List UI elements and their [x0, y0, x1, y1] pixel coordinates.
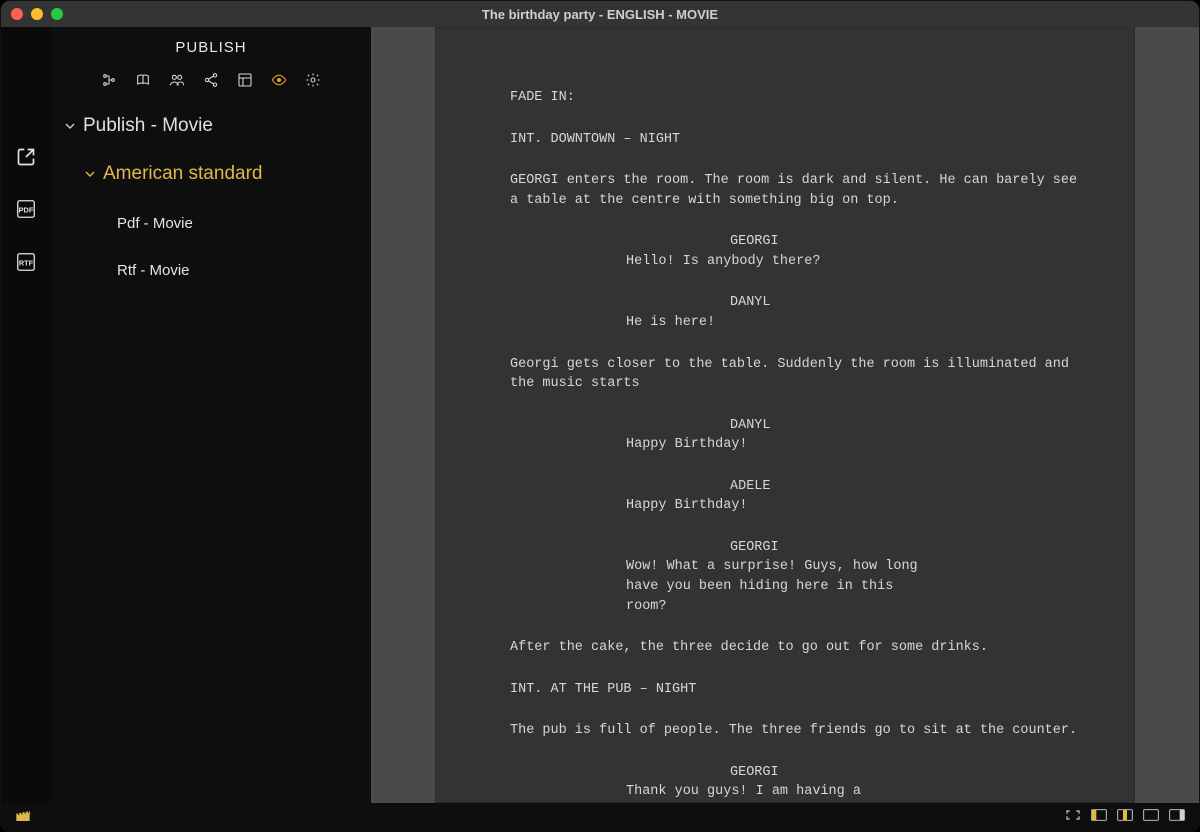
dialogue-6: Thank you guys! I am having a wonderful … — [510, 782, 930, 803]
tree-icon[interactable] — [101, 72, 117, 93]
script-page: FADE IN: INT. DOWNTOWN – NIGHT GEORGI en… — [435, 27, 1135, 803]
book-icon[interactable] — [135, 72, 151, 93]
publish-panel: PUBLISH Publish - Movie American standar… — [51, 27, 371, 803]
character-danyl-2: DANYL — [510, 416, 1084, 436]
dialogue-1: Hello! Is anybody there? — [510, 252, 930, 272]
action-1: GEORGI enters the room. The room is dark… — [510, 171, 1084, 210]
fade-in: FADE IN: — [510, 88, 1084, 108]
character-georgi-3: GEORGI — [510, 763, 1084, 783]
people-icon[interactable] — [169, 72, 185, 93]
action-2: Georgi gets closer to the table. Suddenl… — [510, 355, 1084, 394]
svg-text:PDF: PDF — [19, 206, 34, 215]
clapperboard-icon[interactable] — [15, 808, 31, 826]
character-adele: ADELE — [510, 477, 1084, 497]
gear-icon[interactable] — [305, 72, 321, 93]
dialogue-2: He is here! — [510, 313, 930, 333]
action-4: The pub is full of people. The three fri… — [510, 721, 1084, 741]
scene-heading-2: INT. AT THE PUB – NIGHT — [510, 680, 1084, 700]
titlebar: The birthday party - ENGLISH - MOVIE — [1, 1, 1199, 27]
tree-leaf-rtf[interactable]: Rtf - Movie — [51, 256, 371, 285]
panel-single-icon[interactable] — [1143, 808, 1159, 826]
action-3: After the cake, the three decide to go o… — [510, 638, 1084, 658]
character-georgi-1: GEORGI — [510, 232, 1084, 252]
panel-center-highlight-icon[interactable] — [1117, 808, 1133, 826]
pdf-icon[interactable]: PDF — [15, 198, 37, 223]
svg-text:RTF: RTF — [19, 259, 34, 268]
close-window[interactable] — [11, 8, 23, 20]
maximize-window[interactable] — [51, 8, 63, 20]
panel-right-icon[interactable] — [1169, 808, 1185, 826]
tree-root-label: Publish - Movie — [83, 115, 213, 137]
preview-area[interactable]: FADE IN: INT. DOWNTOWN – NIGHT GEORGI en… — [371, 27, 1199, 803]
left-icon-rail: PDF RTF — [1, 27, 51, 803]
character-danyl-1: DANYL — [510, 293, 1084, 313]
dialogue-3: Happy Birthday! — [510, 435, 930, 455]
tree-root-publish-movie[interactable]: Publish - Movie — [51, 109, 371, 143]
status-bar — [1, 803, 1199, 831]
panel-toolbar — [51, 66, 371, 107]
tree-leaf-pdf-label: Pdf - Movie — [117, 215, 193, 232]
minimize-window[interactable] — [31, 8, 43, 20]
fullscreen-icon[interactable] — [1065, 808, 1081, 826]
scene-heading-1: INT. DOWNTOWN – NIGHT — [510, 130, 1084, 150]
character-georgi-2: GEORGI — [510, 538, 1084, 558]
publish-tree: Publish - Movie American standard Pdf - … — [51, 107, 371, 287]
eye-icon[interactable] — [271, 72, 287, 93]
panel-header: PUBLISH — [51, 27, 371, 66]
tree-child-american-standard[interactable]: American standard — [51, 157, 371, 191]
rtf-icon[interactable]: RTF — [15, 251, 37, 276]
panel-left-highlight-icon[interactable] — [1091, 808, 1107, 826]
dialogue-4: Happy Birthday! — [510, 496, 930, 516]
tree-child-label: American standard — [103, 163, 262, 185]
tree-leaf-rtf-label: Rtf - Movie — [117, 262, 190, 279]
layout-icon[interactable] — [237, 72, 253, 93]
export-icon[interactable] — [16, 147, 36, 170]
window-title: The birthday party - ENGLISH - MOVIE — [1, 7, 1199, 22]
tree-leaf-pdf[interactable]: Pdf - Movie — [51, 209, 371, 238]
dialogue-5: Wow! What a surprise! Guys, how long hav… — [510, 557, 930, 616]
share-icon[interactable] — [203, 72, 219, 93]
